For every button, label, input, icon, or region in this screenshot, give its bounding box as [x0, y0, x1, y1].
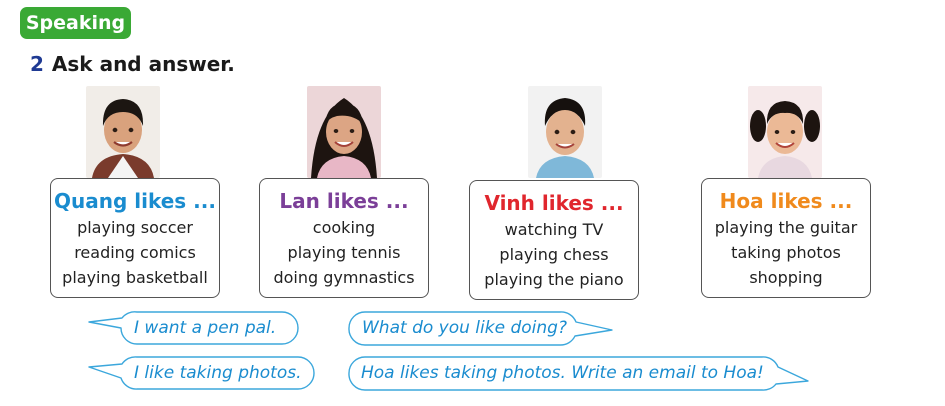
- speech-bubble-4: Hoa likes taking photos. Write an email …: [361, 363, 764, 383]
- speech-bubble-2: What do you like doing?: [362, 318, 567, 338]
- speech-bubble-outlines: [88, 311, 809, 391]
- speech-bubble-1: I want a pen pal.: [134, 318, 277, 338]
- speech-bubble-3: I like taking photos.: [134, 363, 302, 383]
